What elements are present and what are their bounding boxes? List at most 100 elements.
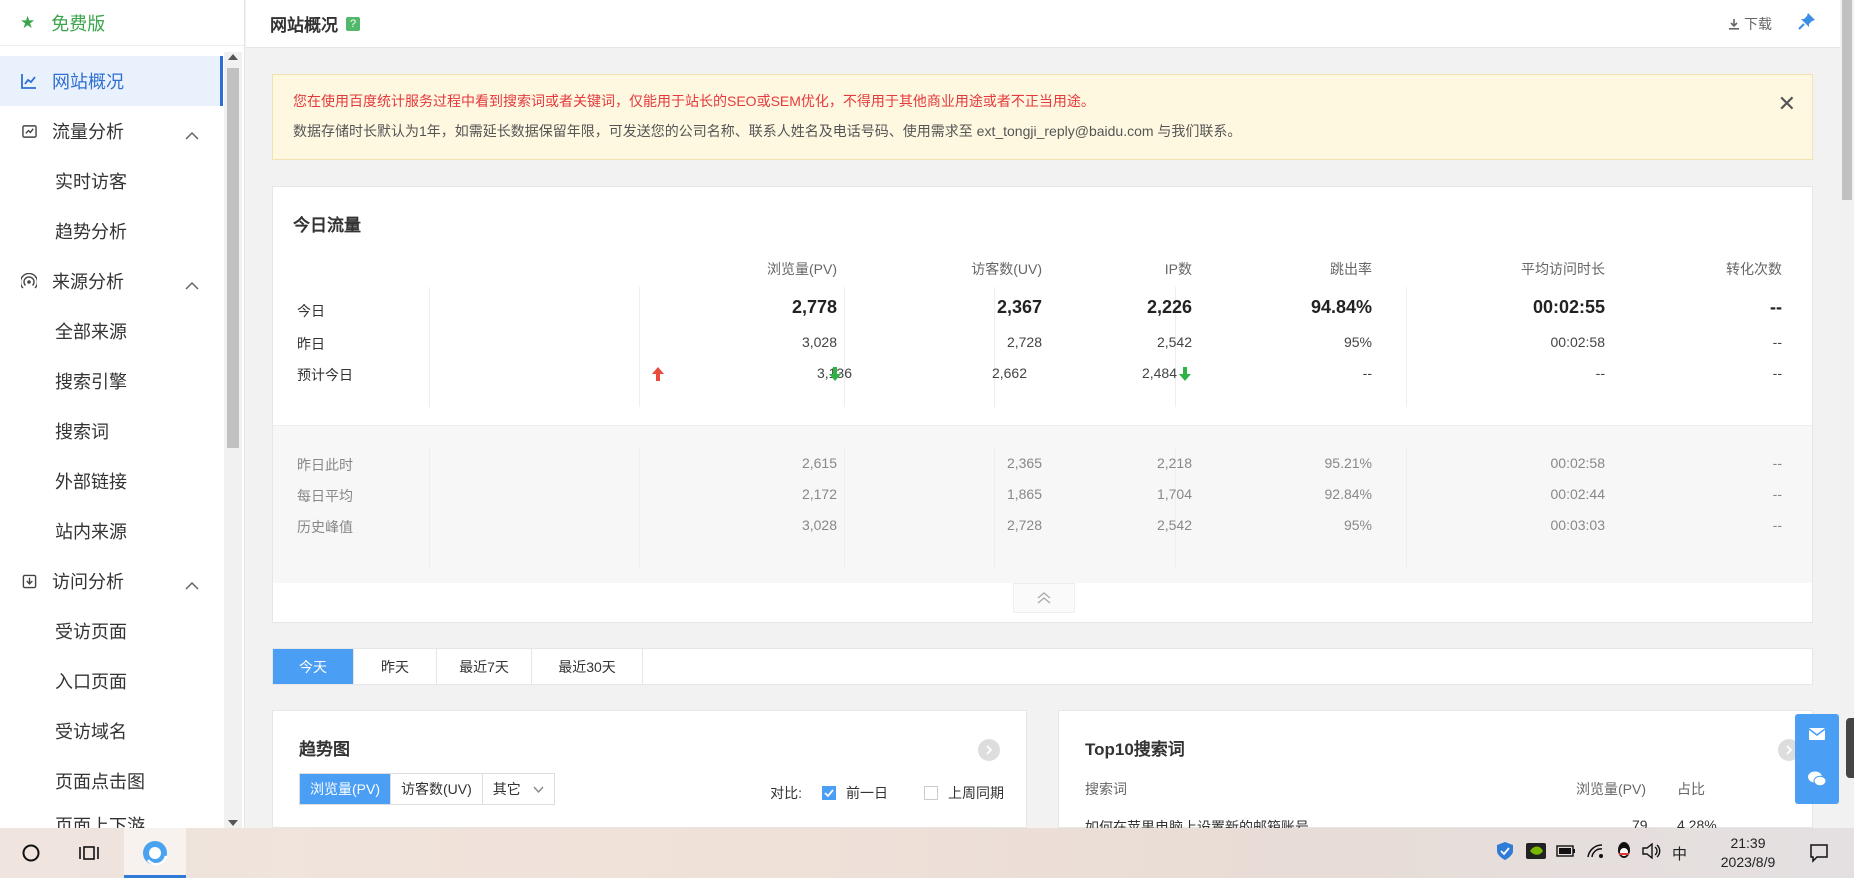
column-header: 浏览量(PV) bbox=[767, 261, 837, 277]
row-label-today: 今日 bbox=[297, 303, 325, 319]
scroll-up-arrow-icon[interactable] bbox=[228, 54, 238, 60]
row-label-daily-average: 每日平均 bbox=[297, 488, 353, 504]
row-label-historical-peak: 历史峰值 bbox=[297, 519, 353, 535]
visit-icon bbox=[20, 572, 38, 590]
row-label-forecast: 预计今日 bbox=[297, 367, 353, 383]
clock-time: 21:39 bbox=[1730, 835, 1766, 851]
today-uv: 2,367 bbox=[996, 297, 1042, 317]
brand-free-edition[interactable]: ★ 免费版 bbox=[0, 0, 244, 46]
column-header: 平均访问时长 bbox=[1521, 261, 1605, 277]
today-ip: 2,226 bbox=[1146, 297, 1192, 317]
checkbox-last-week[interactable] bbox=[924, 786, 938, 800]
nvidia-icon[interactable] bbox=[1526, 843, 1546, 863]
help-icon[interactable]: ? bbox=[346, 16, 360, 31]
sidebar-item-visited-domains[interactable]: 受访域名 bbox=[0, 706, 223, 756]
sidebar-item-external-links[interactable]: 外部链接 bbox=[0, 456, 223, 506]
notice-banner: 您在使用百度统计服务过程中看到搜索词或者关键词，仅能用于站长的SEO或SEM优化… bbox=[272, 74, 1813, 160]
sidebar-item-search-engine[interactable]: 搜索引擎 bbox=[0, 356, 223, 406]
scroll-down-arrow-icon[interactable] bbox=[228, 820, 238, 826]
sidebar-menu: 网站概况 流量分析 实时访客 趋势分析 来源分析 全部来源 搜索引擎 搜索词 外… bbox=[0, 56, 223, 836]
sidebar-item-trend[interactable]: 趋势分析 bbox=[0, 206, 223, 256]
sidebar-item-click-map[interactable]: 页面点击图 bbox=[0, 756, 223, 806]
checkbox-previous-day[interactable] bbox=[822, 786, 836, 800]
battery-icon[interactable] bbox=[1556, 844, 1576, 862]
cmp-cell: 1,704 bbox=[1156, 486, 1192, 502]
trend-card-title: 趋势图 bbox=[299, 740, 350, 759]
page-scrollbar[interactable] bbox=[1840, 0, 1854, 828]
metric-segmented-control: 浏览量(PV) 访客数(UV) 其它 bbox=[299, 773, 555, 805]
sidebar-item-all-sources[interactable]: 全部来源 bbox=[0, 306, 223, 356]
chevron-up-icon bbox=[185, 124, 199, 145]
segment-other[interactable]: 其它 bbox=[483, 774, 554, 804]
windows-taskbar: 中 21:39 2023/8/9 bbox=[0, 828, 1854, 878]
system-tray: 中 bbox=[1496, 828, 1687, 878]
sidebar-item-internal-source[interactable]: 站内来源 bbox=[0, 506, 223, 556]
sidebar-group-visit[interactable]: 访问分析 bbox=[0, 556, 223, 606]
wifi-icon[interactable] bbox=[1586, 843, 1606, 863]
volume-icon[interactable] bbox=[1642, 842, 1662, 863]
chevron-right-circle-icon[interactable] bbox=[978, 739, 1000, 761]
top10-title: Top10搜索词 bbox=[1085, 740, 1185, 759]
sidebar-scroll-thumb[interactable] bbox=[227, 68, 239, 448]
sidebar-item-realtime[interactable]: 实时访客 bbox=[0, 156, 223, 206]
sidebar-item-entry-pages[interactable]: 入口页面 bbox=[0, 656, 223, 706]
chevron-down-icon bbox=[533, 786, 544, 793]
traffic-title: 今日流量 bbox=[293, 216, 361, 235]
sidebar-group-traffic[interactable]: 流量分析 bbox=[0, 106, 223, 156]
qq-icon[interactable] bbox=[1616, 841, 1632, 865]
mail-icon[interactable] bbox=[1808, 727, 1826, 745]
segment-uv[interactable]: 访客数(UV) bbox=[391, 774, 483, 804]
top10-search-words-card: Top10搜索词 搜索词 浏览量(PV) 占比 如何在苹果电脑上设置新的邮箱账号… bbox=[1058, 710, 1813, 835]
wechat-icon[interactable] bbox=[1807, 770, 1827, 792]
forecast-avg-time: -- bbox=[1595, 365, 1605, 381]
system-clock[interactable]: 21:39 2023/8/9 bbox=[1700, 834, 1796, 872]
ime-indicator[interactable]: 中 bbox=[1672, 843, 1687, 864]
collapse-button[interactable] bbox=[1013, 583, 1075, 613]
side-handle[interactable] bbox=[1846, 718, 1854, 778]
sidebar-item-label: 网站概况 bbox=[52, 72, 124, 92]
download-button[interactable]: 下载 bbox=[1728, 14, 1772, 34]
sidebar-group-source[interactable]: 来源分析 bbox=[0, 256, 223, 306]
cmp-cell: 1,865 bbox=[1006, 486, 1042, 502]
row-label-yesterday-same-time: 昨日此时 bbox=[297, 457, 353, 473]
page-title: 网站概况 bbox=[270, 16, 338, 35]
tab-last-30-days[interactable]: 最近30天 bbox=[532, 649, 643, 684]
sidebar-scrollbar[interactable] bbox=[224, 52, 242, 828]
sidebar-item-search-words[interactable]: 搜索词 bbox=[0, 406, 223, 456]
sidebar-item-overview[interactable]: 网站概况 bbox=[0, 56, 223, 106]
segment-pv[interactable]: 浏览量(PV) bbox=[300, 774, 391, 804]
shield-icon[interactable] bbox=[1496, 841, 1514, 865]
column-header: IP数 bbox=[1164, 261, 1192, 277]
yesterday-bounce: 95% bbox=[1343, 334, 1372, 350]
cmp-cell: 00:02:58 bbox=[1550, 455, 1606, 471]
tab-today[interactable]: 今天 bbox=[273, 649, 354, 684]
close-icon[interactable]: ✕ bbox=[1778, 91, 1796, 117]
notice-warning-text: 您在使用百度统计服务过程中看到搜索词或者关键词，仅能用于站长的SEO或SEM优化… bbox=[293, 93, 1095, 109]
notification-icon[interactable] bbox=[1804, 828, 1834, 878]
traffic-icon bbox=[20, 122, 38, 140]
sidebar-item-visited-pages[interactable]: 受访页面 bbox=[0, 606, 223, 656]
cmp-cell: -- bbox=[1772, 517, 1782, 533]
today-conversions: -- bbox=[1770, 297, 1782, 317]
tab-yesterday[interactable]: 昨天 bbox=[354, 649, 437, 684]
task-view-icon[interactable] bbox=[74, 828, 104, 878]
chevron-up-icon bbox=[185, 274, 199, 295]
cmp-cell: 00:02:44 bbox=[1550, 486, 1606, 502]
cmp-cell: 95% bbox=[1343, 517, 1372, 533]
check-icon bbox=[824, 789, 834, 797]
cmp-cell: -- bbox=[1772, 486, 1782, 502]
cmp-cell: 00:03:03 bbox=[1550, 517, 1606, 533]
arrow-down-green-icon bbox=[1179, 367, 1191, 385]
tab-last-7-days[interactable]: 最近7天 bbox=[437, 649, 532, 684]
sidebar: ★ 免费版 网站概况 流量分析 实时访客 趋势分析 来源分析 全部来源 搜索引擎 bbox=[0, 0, 245, 836]
forecast-ip-value: 2,484 bbox=[1141, 365, 1177, 381]
page-scroll-thumb[interactable] bbox=[1842, 0, 1852, 200]
cmp-cell: 3,028 bbox=[801, 517, 837, 533]
search-circle-icon[interactable] bbox=[16, 828, 46, 878]
compare-option-label: 上周同期 bbox=[948, 785, 1004, 801]
browser-app-icon[interactable] bbox=[138, 828, 172, 878]
forecast-uv-value: 2,662 bbox=[991, 365, 1027, 381]
compare-options: 对比: 前一日 上周同期 bbox=[770, 783, 1004, 803]
pin-icon[interactable] bbox=[1798, 12, 1816, 34]
sidebar-item-label: 来源分析 bbox=[52, 272, 124, 292]
